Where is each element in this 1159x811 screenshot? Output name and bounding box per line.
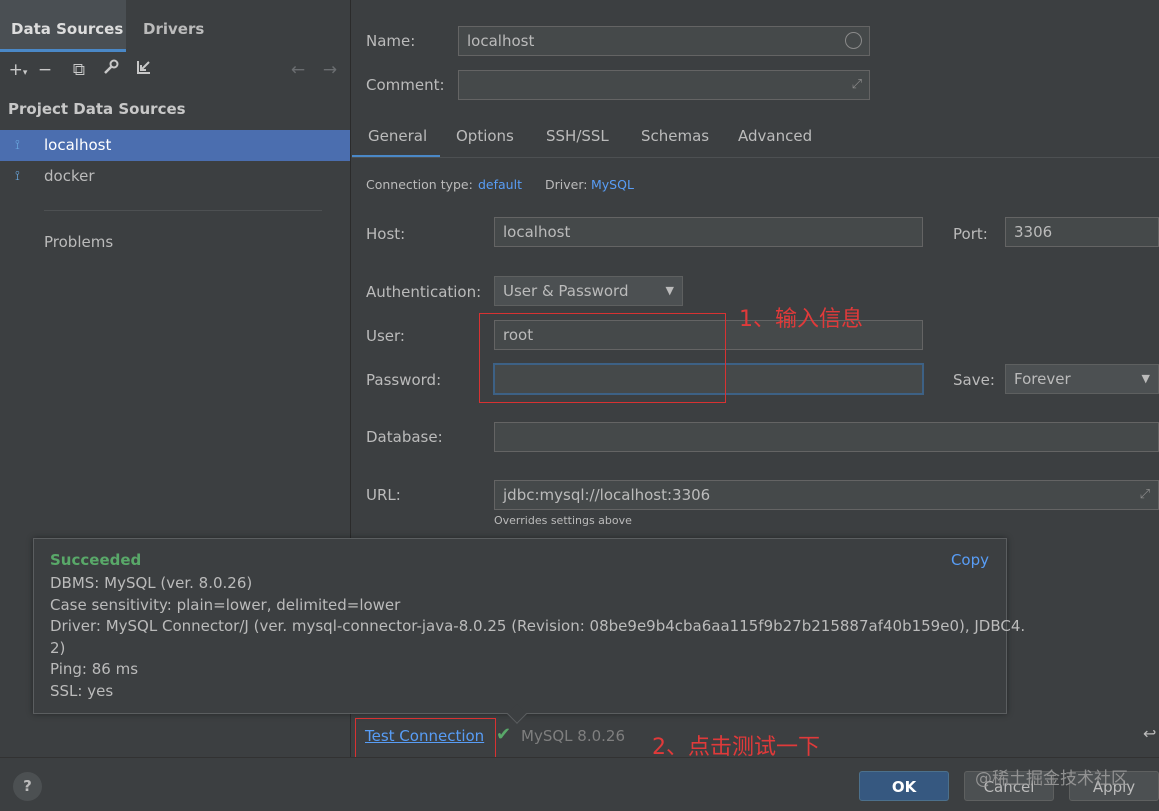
expand-icon[interactable]: ⤢ — [852, 71, 862, 99]
connection-type-label: Connection type: — [366, 177, 473, 192]
copy-link[interactable]: Copy — [951, 551, 989, 569]
popup-line: DBMS: MySQL (ver. 8.0.26) — [50, 574, 253, 592]
name-value: localhost — [467, 32, 535, 50]
popup-title: Succeeded — [50, 551, 142, 569]
test-status-text: MySQL 8.0.26 — [521, 727, 625, 745]
comment-label: Comment: — [366, 76, 445, 94]
help-button[interactable]: ? — [13, 772, 42, 801]
url-field[interactable]: jdbc:mysql://localhost:3306 ⤢ — [494, 480, 1159, 510]
tab-options[interactable]: Options — [456, 118, 514, 158]
popup-line: Ping: 86 ms — [50, 660, 139, 678]
password-label: Password: — [366, 371, 442, 389]
authentication-label: Authentication: — [366, 283, 482, 301]
chevron-down-icon: ▼ — [665, 284, 674, 297]
forward-arrow-icon[interactable]: → — [318, 58, 342, 82]
host-field[interactable]: localhost — [494, 217, 923, 247]
color-circle-icon[interactable] — [845, 32, 862, 49]
url-label: URL: — [366, 486, 401, 504]
url-value: jdbc:mysql://localhost:3306 — [503, 486, 711, 504]
comment-field[interactable]: ⤢ — [458, 70, 870, 100]
annotation-box-inputs — [479, 313, 726, 403]
tree-item-label: localhost — [44, 136, 112, 154]
tab-advanced[interactable]: Advanced — [738, 118, 812, 158]
tabs-divider — [352, 157, 1159, 158]
port-field[interactable]: 3306 — [1005, 217, 1159, 247]
tab-drivers[interactable]: Drivers — [143, 0, 204, 52]
ok-button[interactable]: OK — [859, 771, 949, 801]
mysql-icon: ⟟ — [15, 138, 20, 153]
add-icon[interactable]: +▾ — [6, 58, 30, 82]
database-field[interactable] — [494, 422, 1159, 452]
import-icon[interactable] — [132, 58, 156, 82]
test-connection-link[interactable]: Test Connection — [365, 727, 484, 745]
problems-item[interactable]: Problems — [44, 233, 113, 251]
driver-label: Driver: — [545, 177, 588, 192]
user-label: User: — [366, 327, 405, 345]
tab-ssh-ssl[interactable]: SSH/SSL — [546, 118, 609, 158]
checkmark-icon: ✔ — [496, 724, 512, 745]
tab-data-sources[interactable]: Data Sources — [0, 0, 126, 52]
save-label: Save: — [953, 371, 995, 389]
reset-icon[interactable]: ↩ — [1143, 724, 1156, 743]
host-label: Host: — [366, 225, 406, 243]
duplicate-icon[interactable]: ⧉ — [67, 58, 91, 82]
save-value: Forever — [1014, 370, 1071, 388]
name-label: Name: — [366, 32, 416, 50]
wrench-icon[interactable] — [99, 58, 123, 82]
driver-link[interactable]: MySQL — [591, 177, 634, 192]
tab-schemas[interactable]: Schemas — [641, 118, 709, 158]
back-arrow-icon[interactable]: ← — [286, 58, 310, 82]
authentication-select[interactable]: User & Password ▼ — [494, 276, 683, 306]
popup-line: 2) — [50, 638, 66, 657]
tree-item-label: docker — [44, 167, 95, 185]
project-data-sources-title: Project Data Sources — [8, 100, 186, 118]
save-select[interactable]: Forever ▼ — [1005, 364, 1159, 394]
database-label: Database: — [366, 428, 443, 446]
connection-type-link[interactable]: default — [478, 177, 522, 192]
port-label: Port: — [953, 225, 988, 243]
popup-line: SSL: yes — [50, 681, 114, 700]
tree-item-localhost[interactable]: ⟟ localhost — [0, 130, 350, 161]
sidebar-divider — [44, 210, 322, 211]
popup-line: Driver: MySQL Connector/J (ver. mysql-co… — [50, 617, 1026, 635]
name-field[interactable]: localhost — [458, 26, 870, 56]
expand-icon[interactable]: ⤢ — [1140, 481, 1150, 509]
tree-item-docker[interactable]: ⟟ docker — [0, 161, 350, 192]
authentication-value: User & Password — [503, 282, 629, 300]
mysql-icon: ⟟ — [15, 169, 20, 184]
tab-general[interactable]: General — [352, 118, 440, 158]
connection-result-popup: Succeeded DBMS: MySQL (ver. 8.0.26) Case… — [33, 538, 1026, 714]
popup-line: Case sensitivity: plain=lower, delimited… — [50, 595, 401, 614]
url-hint: Overrides settings above — [494, 514, 632, 527]
annotation-note-1: 1、输入信息 — [739, 307, 863, 332]
remove-icon[interactable]: − — [33, 58, 57, 82]
chevron-down-icon: ▼ — [1141, 372, 1150, 385]
watermark: @稀土掘金技术社区 — [975, 769, 1128, 789]
